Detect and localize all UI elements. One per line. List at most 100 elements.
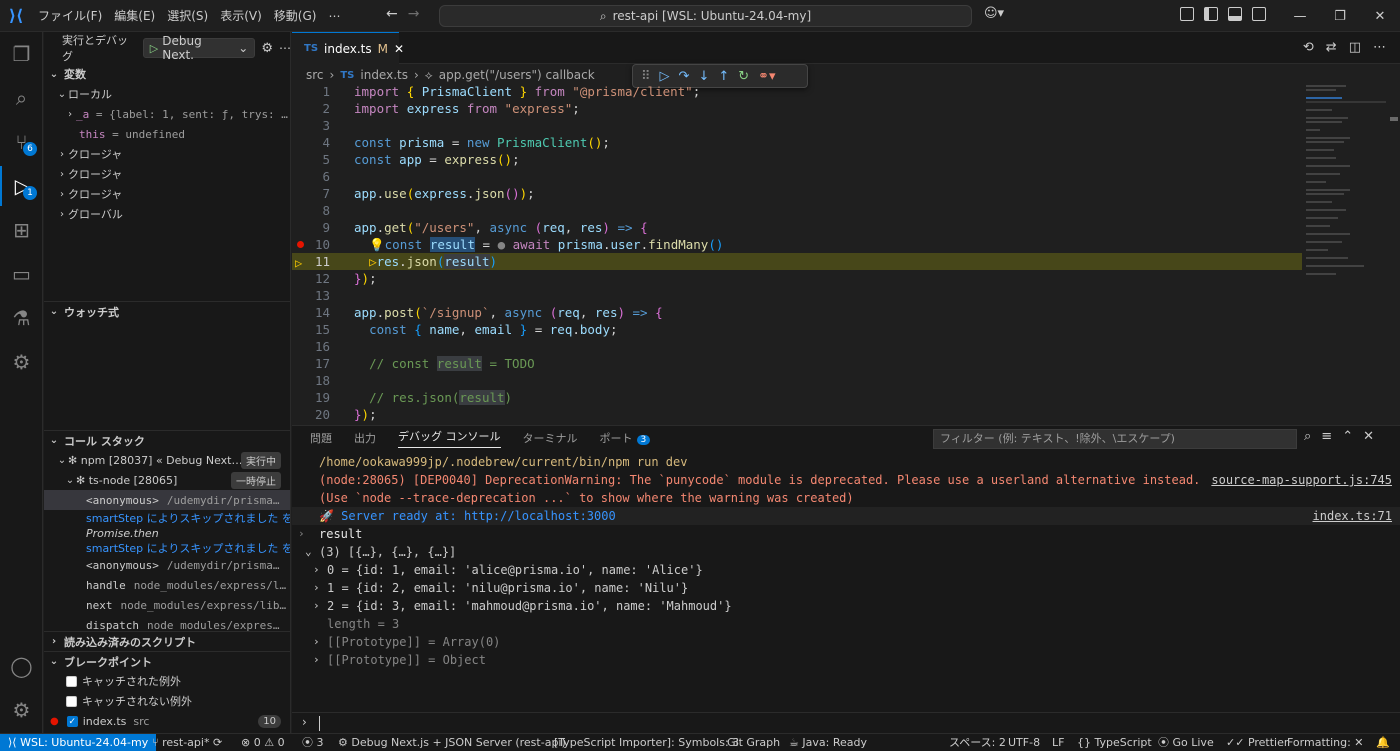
tab-ports[interactable]: ポート 3 xyxy=(600,430,651,446)
remote-explorer-icon[interactable]: ▭ xyxy=(0,254,43,294)
source-control-icon[interactable]: ⑂ 6 xyxy=(0,122,43,162)
encoding-indicator[interactable]: UTF-8 xyxy=(1008,734,1040,751)
formatting-status[interactable]: Formatting: ✕ xyxy=(1287,734,1364,751)
run-debug-icon[interactable]: ▷ 1 xyxy=(0,166,43,206)
step-out-icon[interactable]: ↑ xyxy=(718,69,729,84)
console-result-row[interactable]: › 1 = {id: 2, email: 'nilu@prisma.io', na… xyxy=(292,579,1400,597)
process-npm[interactable]: ⌄ ✻ npm [28037] « Debug Next… 実行中 xyxy=(44,450,290,470)
java-status[interactable]: ☕ Java: Ready xyxy=(789,734,867,751)
variable-row[interactable]: › _a = {label: 1, sent: ƒ, trys: … xyxy=(44,104,290,124)
split-editor-icon[interactable]: ◫ xyxy=(1349,40,1361,55)
chevron-down-icon[interactable]: ⌄ xyxy=(305,543,312,561)
tab-output[interactable]: 出力 xyxy=(354,430,376,446)
remote-indicator[interactable]: ⟩⟨ WSL: Ubuntu-24.04-my xyxy=(0,734,157,751)
tab-index-ts[interactable]: TS index.ts M ✕ xyxy=(292,32,404,64)
watch-section-header[interactable]: ⌄ ウォッチ式 xyxy=(44,301,290,321)
debug-console-input[interactable]: › xyxy=(292,712,1400,734)
callstack-section-header[interactable]: ⌄ コール スタック xyxy=(44,430,290,450)
ts-importer-status[interactable]: [TypeScript Importer]: Symbols: 3 xyxy=(554,734,739,751)
tab-terminal[interactable]: ターミナル xyxy=(523,430,578,446)
docker-icon[interactable]: ⚙ xyxy=(0,342,43,382)
drag-handle-icon[interactable]: ⠿ xyxy=(641,69,651,84)
prettier-status[interactable]: ✓✓ Prettier xyxy=(1226,734,1288,751)
back-arrow-icon[interactable]: ← xyxy=(386,6,398,22)
step-into-icon[interactable]: ↓ xyxy=(698,69,709,84)
explorer-icon[interactable]: ❐ xyxy=(0,34,43,74)
source-link[interactable]: index.ts:71 xyxy=(1313,507,1392,525)
close-panel-icon[interactable]: ✕ xyxy=(1363,429,1374,444)
breakpoints-header[interactable]: ⌄ ブレークポイント xyxy=(44,651,290,671)
scope-closure[interactable]: › クロージャ xyxy=(44,164,290,184)
checkbox[interactable] xyxy=(66,695,77,707)
notifications-bell-icon[interactable]: 🔔 xyxy=(1376,734,1390,751)
restart-icon[interactable]: ↻ xyxy=(738,69,749,84)
code-editor[interactable]: 1 import { PrismaClient } from "@prisma/c… xyxy=(292,83,1302,423)
console-result-row[interactable]: › [[Prototype]] = Array(0) xyxy=(292,633,1400,651)
branch-indicator[interactable]: ⑂ rest-api* ⟳ xyxy=(152,734,222,751)
minimap[interactable] xyxy=(1302,83,1388,423)
breadcrumb-file[interactable]: index.ts xyxy=(360,68,408,82)
eol-indicator[interactable]: LF xyxy=(1052,734,1064,751)
menu-file[interactable]: ファイル(F) xyxy=(32,0,108,32)
stack-frame[interactable]: next node_modules/express/lib… xyxy=(44,595,290,615)
language-indicator[interactable]: {} TypeScript xyxy=(1077,734,1152,751)
toggle-panel-icon[interactable] xyxy=(1228,7,1242,21)
search-icon[interactable]: ⌕ xyxy=(0,78,43,118)
stack-frame[interactable]: <anonymous>/udemydir/prisma… xyxy=(44,490,290,510)
extensions-icon[interactable]: ⊞ xyxy=(0,210,43,250)
console-result-row[interactable]: › 2 = {id: 3, email: 'mahmoud@prisma.io',… xyxy=(292,597,1400,615)
chevron-right-icon[interactable]: › xyxy=(313,597,320,615)
filter-icon[interactable]: ⌕ xyxy=(1304,429,1311,444)
command-center[interactable]: ⌕ rest-api [WSL: Ubuntu-24.04-my] xyxy=(439,5,972,27)
close-icon[interactable]: ✕ xyxy=(394,42,404,56)
debug-config-select[interactable]: ▷ Debug Next. ⌄ xyxy=(142,34,256,62)
accounts-icon[interactable]: ◯ xyxy=(0,646,43,686)
menu-view[interactable]: 表示(V) xyxy=(214,0,268,32)
stack-frame[interactable]: handle node_modules/express/l… xyxy=(44,575,290,595)
ports-indicator[interactable]: ⦿ 3 xyxy=(302,734,324,751)
customize-layout-icon[interactable] xyxy=(1180,7,1194,21)
console-result-row[interactable]: › 0 = {id: 1, email: 'alice@prisma.io', n… xyxy=(292,561,1400,579)
source-link[interactable]: source-map-support.js:745 xyxy=(1211,471,1392,489)
minimize-button[interactable]: — xyxy=(1280,0,1320,32)
copilot-icon[interactable]: ☺▾ xyxy=(984,6,1004,21)
maximize-panel-icon[interactable]: ⌃ xyxy=(1342,429,1353,444)
compare-changes-icon[interactable]: ⇄ xyxy=(1326,40,1337,55)
breadcrumb-src[interactable]: src xyxy=(306,68,324,82)
restore-button[interactable]: ❐ xyxy=(1320,0,1360,32)
start-debug-icon[interactable]: ▷ xyxy=(150,42,158,55)
bp-uncaught-exceptions[interactable]: キャッチされない例外 xyxy=(44,691,290,711)
timeline-icon[interactable]: ⟲ xyxy=(1303,40,1314,55)
chevron-right-icon[interactable]: › xyxy=(313,651,320,669)
go-live-button[interactable]: ⦿ Go Live xyxy=(1158,734,1214,751)
bp-file-index[interactable]: ● ✓ index.ts src 10 xyxy=(44,711,290,731)
process-ts-node[interactable]: ⌄ ✻ ts-node [28065] 一時停止 xyxy=(44,470,290,490)
indentation-indicator[interactable]: スペース: 2 xyxy=(949,734,1006,751)
toggle-secondary-sidebar-icon[interactable] xyxy=(1252,7,1266,21)
checkbox[interactable]: ✓ xyxy=(66,715,78,727)
menu-more[interactable]: ⋯ xyxy=(322,0,346,32)
step-over-icon[interactable]: ↷ xyxy=(679,69,690,84)
smartstep-skip-link[interactable]: smartStep によりスキップされました を 3 個さ xyxy=(44,510,290,526)
close-window-button[interactable]: ✕ xyxy=(1360,0,1400,32)
smartstep-skip-link[interactable]: smartStep によりスキップされました を 3 個さ xyxy=(44,540,290,556)
manage-gear-icon[interactable]: ⚙ xyxy=(0,690,43,730)
forward-arrow-icon[interactable]: → xyxy=(408,6,420,22)
git-graph-button[interactable]: Git Graph xyxy=(727,734,780,751)
more-actions-icon[interactable]: ⋯ xyxy=(1373,40,1386,55)
clear-console-icon[interactable]: ≡ xyxy=(1321,429,1332,444)
menu-selection[interactable]: 選択(S) xyxy=(161,0,214,32)
scope-closure[interactable]: › クロージャ xyxy=(44,144,290,164)
stack-frame[interactable]: <anonymous>/udemydir/prisma… xyxy=(44,555,290,575)
problems-indicator[interactable]: ⊗ 0 ⚠ 0 xyxy=(241,734,285,751)
checkbox[interactable] xyxy=(66,675,77,687)
tab-debug-console[interactable]: デバッグ コンソール xyxy=(398,428,501,448)
debug-indicator[interactable]: ⚙ Debug Next.js + JSON Server (rest-api) xyxy=(338,734,566,751)
tab-problems[interactable]: 問題 xyxy=(310,430,332,446)
menu-go[interactable]: 移動(G) xyxy=(268,0,323,32)
chevron-right-icon[interactable]: › xyxy=(313,633,320,651)
testing-icon[interactable]: ⚗ xyxy=(0,298,43,338)
more-actions-icon[interactable]: ⋯ xyxy=(279,41,290,55)
variable-row[interactable]: this = undefined xyxy=(44,124,290,144)
menu-edit[interactable]: 編集(E) xyxy=(108,0,161,32)
